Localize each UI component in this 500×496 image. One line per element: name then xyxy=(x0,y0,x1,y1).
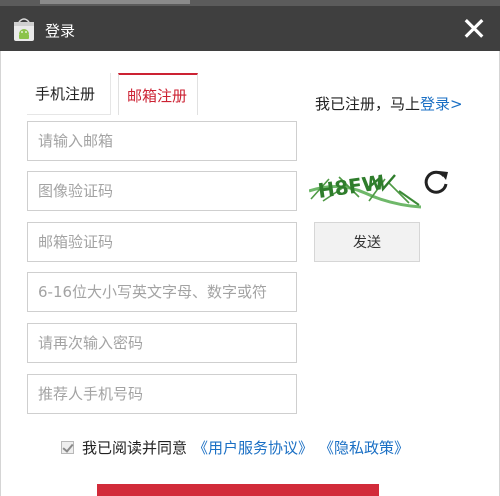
login-hint: 我已注册，马上登录> xyxy=(315,93,463,114)
register-dialog: 手机注册 邮箱注册 我已注册，马上登录> H8FW 发送 我已阅读并同意 《用户… xyxy=(0,51,500,496)
email-input[interactable] xyxy=(27,121,297,161)
background-tabs xyxy=(40,0,190,4)
email-code-input[interactable] xyxy=(27,222,297,262)
tab-phone-register[interactable]: 手机注册 xyxy=(27,73,111,115)
agreement-text: 我已阅读并同意 xyxy=(82,438,188,457)
register-submit-button[interactable] xyxy=(97,484,379,496)
dialog-title: 登录 xyxy=(45,22,76,40)
android-shopping-bag-icon xyxy=(14,18,34,41)
login-hint-text: 我已注册，马上 xyxy=(315,95,421,113)
refresh-icon[interactable] xyxy=(421,167,451,197)
confirm-password-input[interactable] xyxy=(27,323,297,363)
referrer-phone-input[interactable] xyxy=(27,374,297,414)
password-input[interactable] xyxy=(27,272,297,312)
image-code-input[interactable] xyxy=(27,171,297,211)
dialog-title-bar: 登录 ✕ xyxy=(0,6,500,51)
agreement-checkbox[interactable] xyxy=(61,440,74,454)
agreement-row: 我已阅读并同意 《用户服务协议》 《隐私政策》 xyxy=(61,436,409,458)
close-icon[interactable]: ✕ xyxy=(460,13,488,45)
login-link[interactable]: 登录> xyxy=(420,95,463,113)
send-code-button[interactable]: 发送 xyxy=(314,222,420,262)
tab-email-register[interactable]: 邮箱注册 xyxy=(118,73,198,115)
captcha-image[interactable]: H8FW xyxy=(309,171,421,211)
user-agreement-link[interactable]: 《用户服务协议》 xyxy=(193,437,313,458)
privacy-policy-link[interactable]: 《隐私政策》 xyxy=(319,437,409,458)
